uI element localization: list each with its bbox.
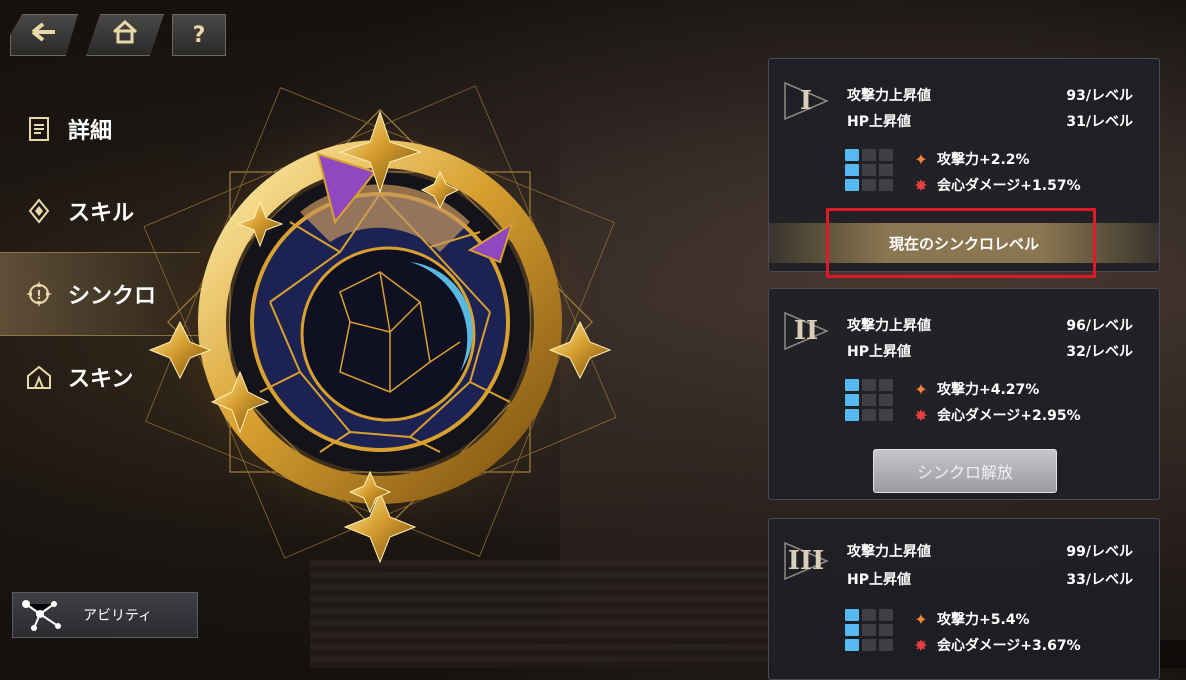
home-icon — [111, 19, 139, 50]
bonus-attack-text: 攻撃力+4.27% — [937, 382, 1040, 398]
roman-numeral: I — [799, 86, 813, 116]
stat-value: 31/レベル — [1066, 114, 1133, 130]
bonus-attack-text: 攻撃力+2.2% — [937, 152, 1030, 168]
stat-value: 32/レベル — [1066, 344, 1133, 360]
stat-value: 93/レベル — [1066, 88, 1133, 104]
stat-row-attack: 攻撃力上昇値 93/レベル — [847, 85, 1133, 105]
stat-label: 攻撃力上昇値 — [847, 88, 931, 104]
roman-emblem: I — [783, 81, 829, 121]
top-nav: ? — [10, 14, 226, 56]
ability-label: アビリティ — [83, 608, 153, 624]
stat-row-hp: HP上昇値 31/レベル — [847, 111, 1133, 131]
bonus-crit: ✸ 会心ダメージ+1.57% — [911, 175, 1081, 195]
stat-label: HP上昇値 — [847, 114, 911, 130]
skin-icon — [24, 362, 54, 392]
bonus-attack-text: 攻撃力+5.4% — [937, 612, 1030, 628]
attack-icon: ✦ — [914, 609, 928, 629]
synchro-grid — [845, 149, 899, 195]
roman-emblem: II — [783, 311, 829, 351]
crit-icon: ✸ — [914, 635, 928, 655]
bonus-crit-text: 会心ダメージ+2.95% — [937, 408, 1081, 424]
stat-row-hp: HP上昇値 32/レベル — [847, 341, 1133, 361]
home-button[interactable] — [86, 14, 164, 56]
back-button[interactable] — [10, 14, 78, 56]
menu-label-details: 詳細 — [68, 119, 113, 144]
bonus-crit-text: 会心ダメージ+1.57% — [937, 178, 1081, 194]
roman-emblem: III — [783, 541, 829, 581]
highlight-box — [826, 208, 1096, 278]
synchro-panel-3: III 攻撃力上昇値 99/レベル HP上昇値 33/レベル ✦ 攻撃力+5.4… — [768, 518, 1160, 680]
synchro-emblem — [140, 72, 620, 572]
synchro-grid — [845, 609, 899, 655]
back-arrow-icon — [29, 21, 59, 49]
ability-button[interactable]: アビリティ — [12, 592, 198, 638]
help-label: ? — [192, 22, 206, 48]
document-icon — [24, 114, 54, 144]
stat-value: 96/レベル — [1066, 318, 1133, 334]
crit-icon: ✸ — [914, 175, 928, 195]
constellation-icon — [13, 593, 73, 637]
synchro-grid — [845, 379, 899, 425]
attack-icon: ✦ — [914, 379, 928, 399]
bonus-crit-text: 会心ダメージ+3.67% — [937, 638, 1081, 654]
stat-label: 攻撃力上昇値 — [847, 318, 931, 334]
stat-label: 攻撃力上昇値 — [847, 544, 931, 560]
stat-value: 33/レベル — [1066, 572, 1133, 588]
skill-icon — [24, 196, 54, 226]
stat-row-attack: 攻撃力上昇値 96/レベル — [847, 315, 1133, 335]
stat-label: HP上昇値 — [847, 344, 911, 360]
help-button[interactable]: ? — [172, 14, 226, 56]
roman-numeral: III — [787, 546, 825, 576]
synchro-unlock-button[interactable]: シンクロ解放 — [873, 449, 1057, 493]
stat-label: HP上昇値 — [847, 572, 911, 588]
synchro-panel-2: II 攻撃力上昇値 96/レベル HP上昇値 32/レベル ✦ 攻撃力+4.27… — [768, 288, 1160, 500]
stat-row-attack: 攻撃力上昇値 99/レベル — [847, 541, 1133, 561]
bonus-crit: ✸ 会心ダメージ+2.95% — [911, 405, 1081, 425]
menu-label-skill: スキル — [68, 201, 135, 226]
bonus-crit: ✸ 会心ダメージ+3.67% — [911, 635, 1081, 655]
bonus-attack: ✦ 攻撃力+5.4% — [911, 609, 1030, 629]
svg-text:!: ! — [36, 288, 41, 302]
bonus-attack: ✦ 攻撃力+2.2% — [911, 149, 1030, 169]
roman-numeral: II — [793, 316, 819, 346]
crit-icon: ✸ — [914, 405, 928, 425]
menu-label-skin: スキン — [68, 367, 134, 392]
stat-value: 99/レベル — [1066, 544, 1133, 560]
background-stairs — [310, 560, 830, 668]
stat-row-hp: HP上昇値 33/レベル — [847, 569, 1133, 589]
attack-icon: ✦ — [914, 149, 928, 169]
synchro-icon: ! — [24, 279, 54, 309]
bonus-attack: ✦ 攻撃力+4.27% — [911, 379, 1039, 399]
